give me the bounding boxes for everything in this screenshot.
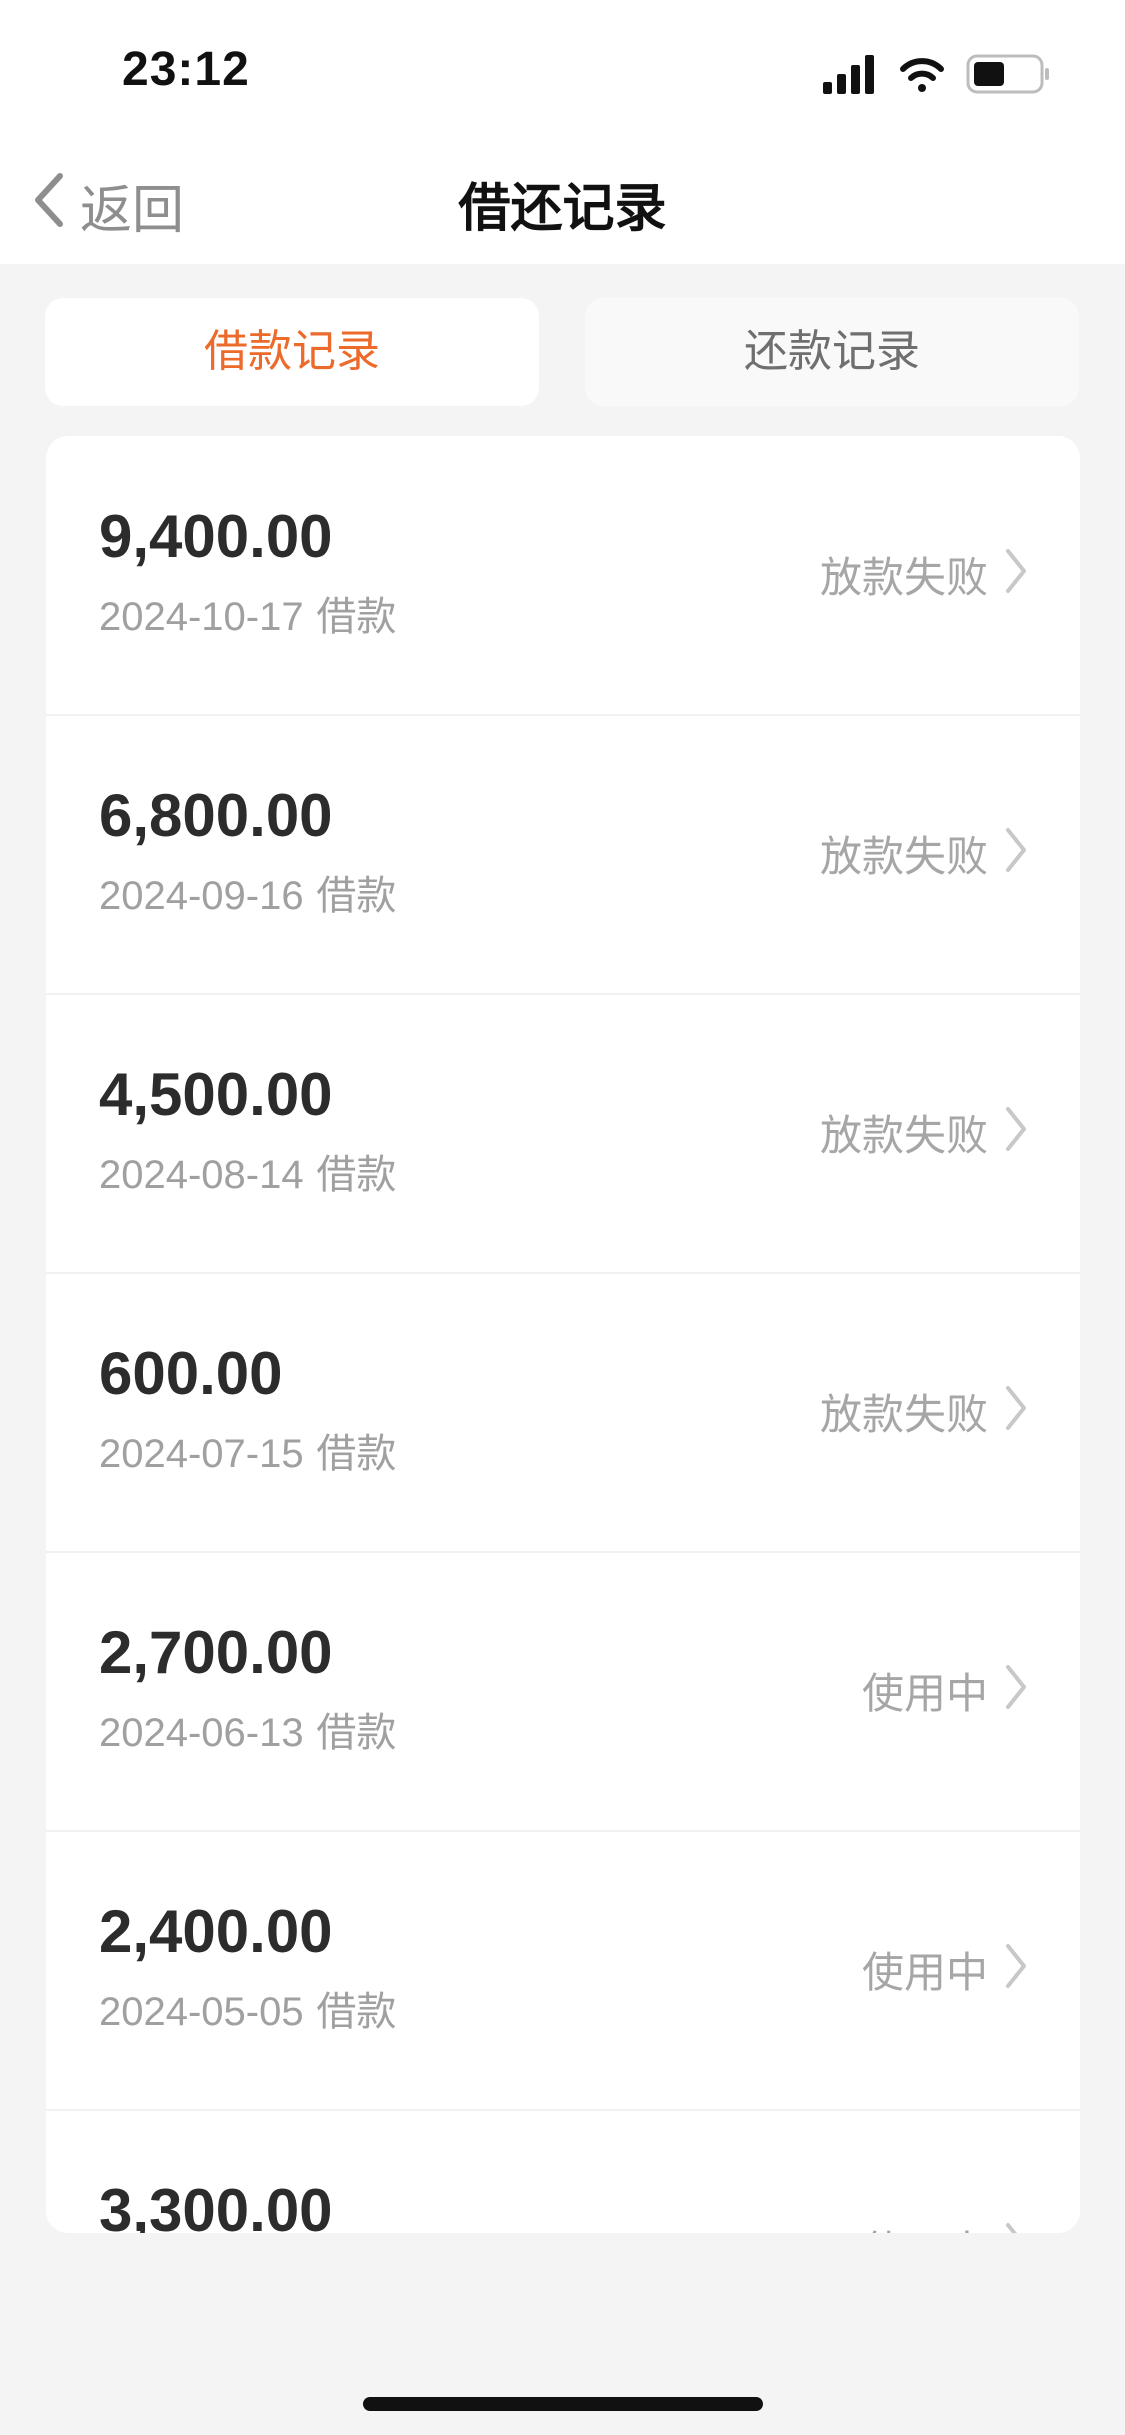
record-row[interactable]: 3,300.00 使用中	[46, 2110, 1080, 2233]
record-amount: 4,500.00	[99, 1061, 333, 1128]
record-subtitle: 2024-10-17 借款	[99, 584, 396, 642]
record-amount: 9,400.00	[99, 503, 333, 570]
record-status: 放款失败	[819, 553, 988, 602]
record-date: 2024-10-17	[99, 595, 304, 639]
record-status: 放款失败	[819, 832, 988, 881]
record-date: 2024-05-05	[99, 1990, 304, 2034]
top-bar: 23:12 返回 借还记录	[0, 0, 1125, 264]
chevron-right-icon	[1006, 828, 1026, 872]
record-date: 2024-08-14	[99, 1153, 304, 1197]
record-status: 使用中	[862, 2218, 988, 2233]
record-status: 使用中	[861, 1948, 988, 1997]
record-subtitle: 2024-09-16 借款	[99, 863, 396, 921]
record-subtitle: 2024-05-05 借款	[99, 1979, 396, 2037]
record-subtitle: 2024-06-13 借款	[99, 1700, 396, 1758]
status-icons	[823, 52, 1053, 96]
cellular-signal-icon	[823, 55, 874, 94]
status-time: 23:12	[122, 43, 250, 96]
tab-repay-records[interactable]: 还款记录	[585, 298, 1079, 406]
record-amount: 3,300.00	[99, 2177, 333, 2233]
battery-icon	[966, 54, 1049, 94]
record-list: 9,400.00 2024-10-17 借款 放款失败 6,800.00 202…	[46, 436, 1080, 2233]
record-type: 借款	[316, 1989, 397, 2035]
chevron-right-icon	[1006, 1386, 1026, 1430]
record-row[interactable]: 600.00 2024-07-15 借款 放款失败	[46, 1273, 1080, 1553]
page-title: 借还记录	[458, 179, 667, 239]
home-indicator[interactable]	[363, 2397, 763, 2411]
record-status: 放款失败	[819, 1390, 988, 1439]
record-status: 放款失败	[819, 1111, 988, 1160]
record-date: 2024-07-15	[99, 1432, 304, 1476]
record-amount: 600.00	[99, 1340, 283, 1407]
record-type: 借款	[316, 873, 397, 919]
record-type: 借款	[316, 594, 397, 640]
chevron-right-icon	[1006, 1944, 1026, 1988]
record-row[interactable]: 9,400.00 2024-10-17 借款 放款失败	[46, 436, 1080, 716]
record-subtitle: 2024-08-14 借款	[99, 1142, 396, 1200]
record-row[interactable]: 2,400.00 2024-05-05 借款 使用中	[46, 1831, 1080, 2111]
record-amount: 6,800.00	[99, 782, 333, 849]
chevron-right-icon	[1006, 549, 1026, 593]
tab-repay-records-label: 还款记录	[744, 326, 920, 377]
record-row[interactable]: 2,700.00 2024-06-13 借款 使用中	[46, 1552, 1080, 1832]
record-row[interactable]: 4,500.00 2024-08-14 借款 放款失败	[46, 994, 1080, 1274]
status-icons-svg	[823, 54, 1049, 94]
record-date: 2024-09-16	[99, 874, 304, 918]
chevron-right-icon	[1006, 1107, 1026, 1151]
record-type: 借款	[316, 1710, 397, 1756]
chevron-right-icon	[1006, 2223, 1017, 2233]
chevron-right-icon	[1006, 1665, 1026, 1709]
record-row[interactable]: 6,800.00 2024-09-16 借款 放款失败	[46, 715, 1080, 995]
record-type: 借款	[316, 1152, 397, 1198]
record-date: 2024-06-13	[99, 1711, 304, 1755]
tab-borrow-records[interactable]: 借款记录	[45, 298, 539, 406]
record-subtitle: 2024-07-15 借款	[99, 1421, 396, 1479]
record-status: 使用中	[861, 1669, 988, 1718]
record-amount: 2,400.00	[99, 1898, 333, 1965]
record-amount: 2,700.00	[99, 1619, 333, 1686]
wifi-icon	[900, 58, 944, 92]
record-type: 借款	[316, 1431, 397, 1477]
tab-borrow-records-label: 借款记录	[204, 326, 380, 377]
